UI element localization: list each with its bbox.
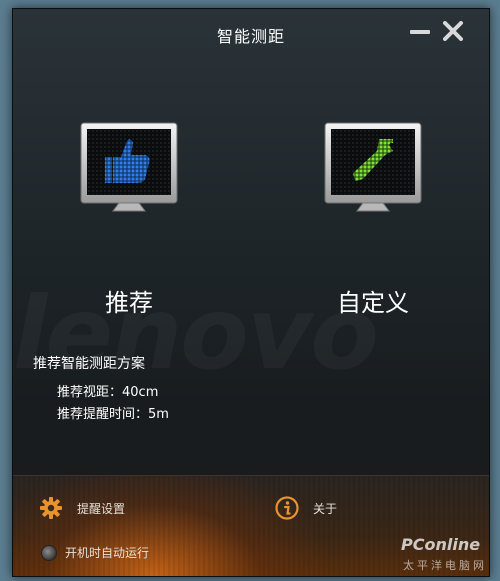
site-watermark-subtitle: 太平洋电脑网 [403,559,487,572]
custom-mode-button[interactable] [323,121,423,213]
minimize-icon [410,30,430,34]
gear-icon [40,497,62,519]
reminder-settings-label: 提醒设置 [77,501,126,516]
autostart-radio[interactable] [41,544,57,561]
minimize-button[interactable] [409,21,431,41]
recommendation-title: 推荐智能测距方案 [33,356,145,372]
close-icon [443,21,463,41]
reminder-settings-button[interactable]: 提醒设置 [39,496,125,520]
autostart-label: 开机时自动运行 [65,546,150,560]
title-bar: 智能测距 [13,9,489,49]
wrench-icon [324,122,422,212]
about-label: 关于 [313,501,338,516]
close-button[interactable] [442,21,464,41]
autostart-toggle[interactable]: 开机时自动运行 [41,544,149,561]
info-icon [275,496,299,520]
custom-mode-label[interactable]: 自定义 [293,283,453,318]
recommend-mode-button[interactable] [79,121,179,213]
recommend-mode-label[interactable]: 推荐 [49,283,209,318]
about-button[interactable]: 关于 [275,496,337,520]
recommended-reminder-time: 推荐提醒时间：5m [57,407,169,422]
site-watermark-logo: PConline [401,535,481,554]
recommendation-panel: 推荐智能测距方案 推荐视距：40cm 推荐提醒时间：5m [21,345,481,475]
thumbs-up-icon [80,122,178,212]
app-window: 智能测距 lenovo [12,8,490,577]
recommended-distance: 推荐视距：40cm [57,385,159,400]
